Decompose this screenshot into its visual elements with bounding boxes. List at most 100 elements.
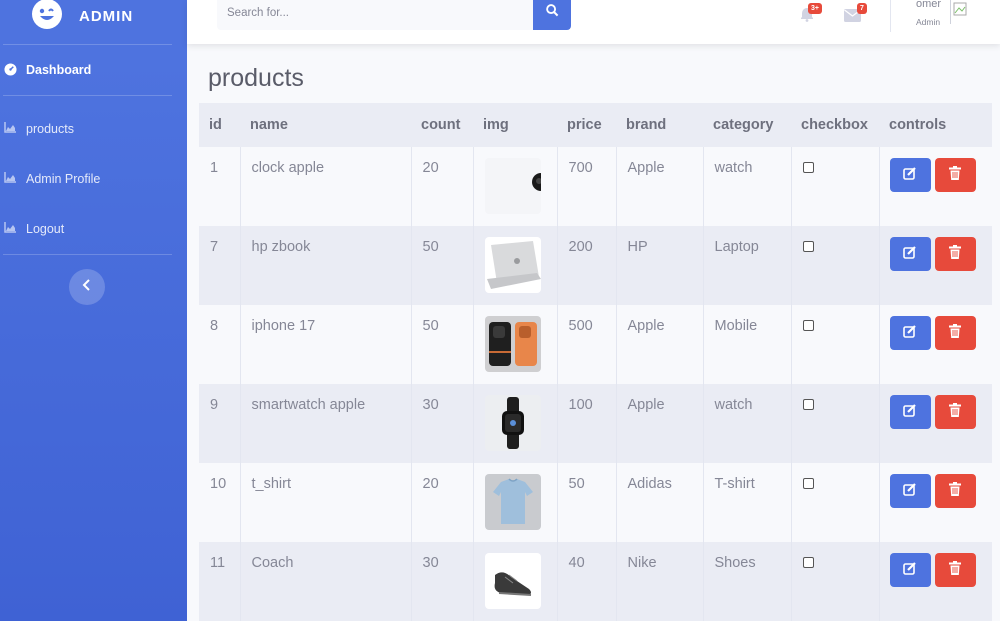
sidebar-item-dashboard[interactable]: Dashboard — [0, 45, 187, 95]
cell-id: 10 — [210, 476, 227, 492]
cell-count: 50 — [410, 226, 473, 305]
cell-brand: HP — [615, 226, 703, 305]
column-header: name — [250, 117, 288, 133]
edit-icon — [903, 245, 917, 263]
search-icon — [545, 4, 559, 22]
user-role: Admin — [916, 17, 941, 27]
trash-icon — [949, 561, 961, 579]
cell-brand: Apple — [615, 305, 703, 384]
sidebar-item-products[interactable]: products — [0, 104, 187, 154]
chevron-left-icon — [82, 278, 92, 296]
table-row: 1 clock apple 20 700 Apple watch — [199, 147, 992, 226]
row-checkbox[interactable] — [802, 557, 814, 568]
cell-brand: Adidas — [615, 463, 703, 542]
brand-name: ADMIN — [79, 7, 134, 25]
tshirt-image — [484, 474, 541, 530]
edit-button[interactable] — [889, 395, 931, 429]
cell-name: smartwatch apple — [239, 384, 411, 463]
cell-id: 9 — [210, 397, 219, 413]
messages-badge: 7 — [857, 3, 867, 14]
table-row: 9 smartwatch apple 30 100 Apple watch — [199, 384, 992, 463]
avatar[interactable] — [950, 0, 968, 24]
cell-price: 700 — [556, 147, 616, 226]
cell-id: 7 — [210, 239, 219, 255]
sidebar: ADMIN Dashboard products Admin Profile L… — [0, 0, 187, 621]
sidebar-item-label: Admin Profile — [26, 172, 101, 186]
edit-button[interactable] — [889, 158, 931, 192]
trash-icon — [949, 324, 961, 342]
edit-button[interactable] — [889, 237, 931, 271]
cell-name: Coach — [239, 542, 411, 621]
delete-button[interactable] — [934, 395, 976, 429]
column-header: controls — [889, 117, 947, 133]
cell-price: 200 — [556, 226, 616, 305]
cell-category: Laptop — [702, 226, 791, 305]
edit-icon — [903, 403, 917, 421]
edit-button[interactable] — [889, 316, 931, 350]
row-checkbox[interactable] — [802, 162, 814, 173]
search-input[interactable] — [217, 0, 533, 30]
trash-icon — [949, 482, 961, 500]
column-header: id — [209, 117, 222, 133]
cell-count: 30 — [410, 384, 473, 463]
cell-name: clock apple — [239, 147, 411, 226]
delete-button[interactable] — [934, 474, 976, 508]
chart-area-icon — [4, 122, 18, 136]
edit-icon — [903, 166, 917, 184]
sidebar-toggle-button[interactable] — [69, 269, 105, 305]
cell-price: 100 — [556, 384, 616, 463]
sidebar-item-logout[interactable]: Logout — [0, 204, 187, 254]
clock-image — [484, 158, 541, 214]
cell-name: t_shirt — [239, 463, 411, 542]
delete-button[interactable] — [934, 237, 976, 271]
column-header: count — [421, 117, 461, 133]
column-header: img — [483, 117, 509, 133]
cell-id: 8 — [210, 318, 219, 334]
table-row: 8 iphone 17 50 500 Apple Mobile — [199, 305, 992, 384]
cell-brand: Apple — [615, 384, 703, 463]
laugh-wink-icon — [32, 0, 62, 29]
trash-icon — [949, 403, 961, 421]
cell-brand: Apple — [615, 147, 703, 226]
sidebar-item-admin-profile[interactable]: Admin Profile — [0, 154, 187, 204]
cell-category: watch — [702, 147, 791, 226]
topbar: 3+ 7 omer Admin — [187, 0, 1000, 44]
cell-price: 40 — [556, 542, 616, 621]
search-button[interactable] — [533, 0, 571, 30]
alerts-button[interactable]: 3+ — [799, 3, 823, 24]
table-header-row: id name count img price brand category c… — [199, 103, 992, 147]
trash-icon — [949, 245, 961, 263]
sidebar-divider — [3, 254, 172, 255]
row-checkbox[interactable] — [802, 399, 814, 410]
edit-button[interactable] — [889, 553, 931, 587]
sidebar-item-label: Logout — [26, 222, 65, 236]
cell-category: Mobile — [702, 305, 791, 384]
cell-category: watch — [702, 384, 791, 463]
products-table: id name count img price brand category c… — [199, 103, 992, 621]
page-title: products — [208, 64, 304, 92]
search-group — [217, 0, 571, 30]
laptop-image — [484, 237, 541, 293]
sidebar-brand[interactable]: ADMIN — [0, 0, 187, 44]
cell-id: 1 — [210, 160, 219, 176]
delete-button[interactable] — [934, 158, 976, 192]
cell-category: Shoes — [702, 542, 791, 621]
edit-icon — [903, 482, 917, 500]
column-header: brand — [626, 117, 667, 133]
cell-count: 50 — [410, 305, 473, 384]
topbar-divider — [890, 0, 891, 32]
user-name[interactable]: omer — [916, 0, 941, 10]
delete-button[interactable] — [934, 553, 976, 587]
delete-button[interactable] — [934, 316, 976, 350]
shoe-image — [484, 553, 541, 609]
edit-icon — [903, 324, 917, 342]
sidebar-item-label: Dashboard — [26, 63, 92, 77]
messages-button[interactable]: 7 — [844, 3, 868, 24]
row-checkbox[interactable] — [802, 241, 814, 252]
table-row: 7 hp zbook 50 200 HP Laptop — [199, 226, 992, 305]
row-checkbox[interactable] — [802, 320, 814, 331]
edit-button[interactable] — [889, 474, 931, 508]
row-checkbox[interactable] — [802, 478, 814, 489]
table-row: 10 t_shirt 20 50 Adidas T-shirt — [199, 463, 992, 542]
cell-count: 20 — [410, 147, 473, 226]
